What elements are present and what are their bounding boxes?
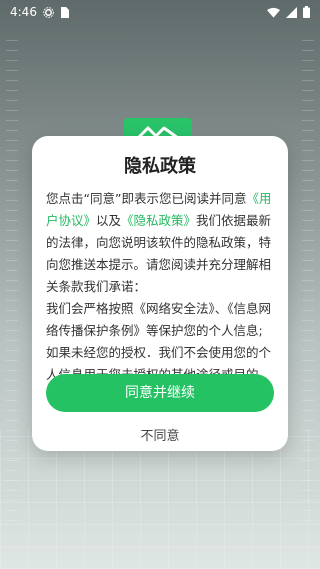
status-bar: 4:46 — [0, 0, 320, 24]
signal-icon — [286, 6, 297, 18]
wifi-icon — [267, 7, 280, 18]
dialog-body: 您点击“同意”即表示您已阅读并同意《用户协议》以及《隐私政策》我们依据最新的法律… — [46, 188, 274, 386]
privacy-policy-link[interactable]: 《隐私政策》 — [121, 213, 196, 228]
status-time: 4:46 — [10, 5, 37, 19]
battery-icon — [303, 6, 310, 18]
privacy-dialog: 隐私政策 您点击“同意”即表示您已阅读并同意《用户协议》以及《隐私政策》我们依据… — [32, 136, 288, 451]
body-promise-1: 我们会严格按照《网络安全法》、《信息网络传播保护条例》等保护您的个人信息; — [46, 301, 272, 338]
settings-icon — [43, 6, 54, 18]
body-mid: 以及 — [96, 213, 122, 228]
decline-button[interactable]: 不同意 — [32, 425, 288, 444]
sim-card-icon — [60, 6, 69, 18]
agree-continue-button[interactable]: 同意并继续 — [46, 374, 274, 412]
body-prefix: 您点击“同意”即表示您已阅读并同意 — [46, 191, 247, 206]
dialog-title: 隐私政策 — [124, 156, 196, 177]
